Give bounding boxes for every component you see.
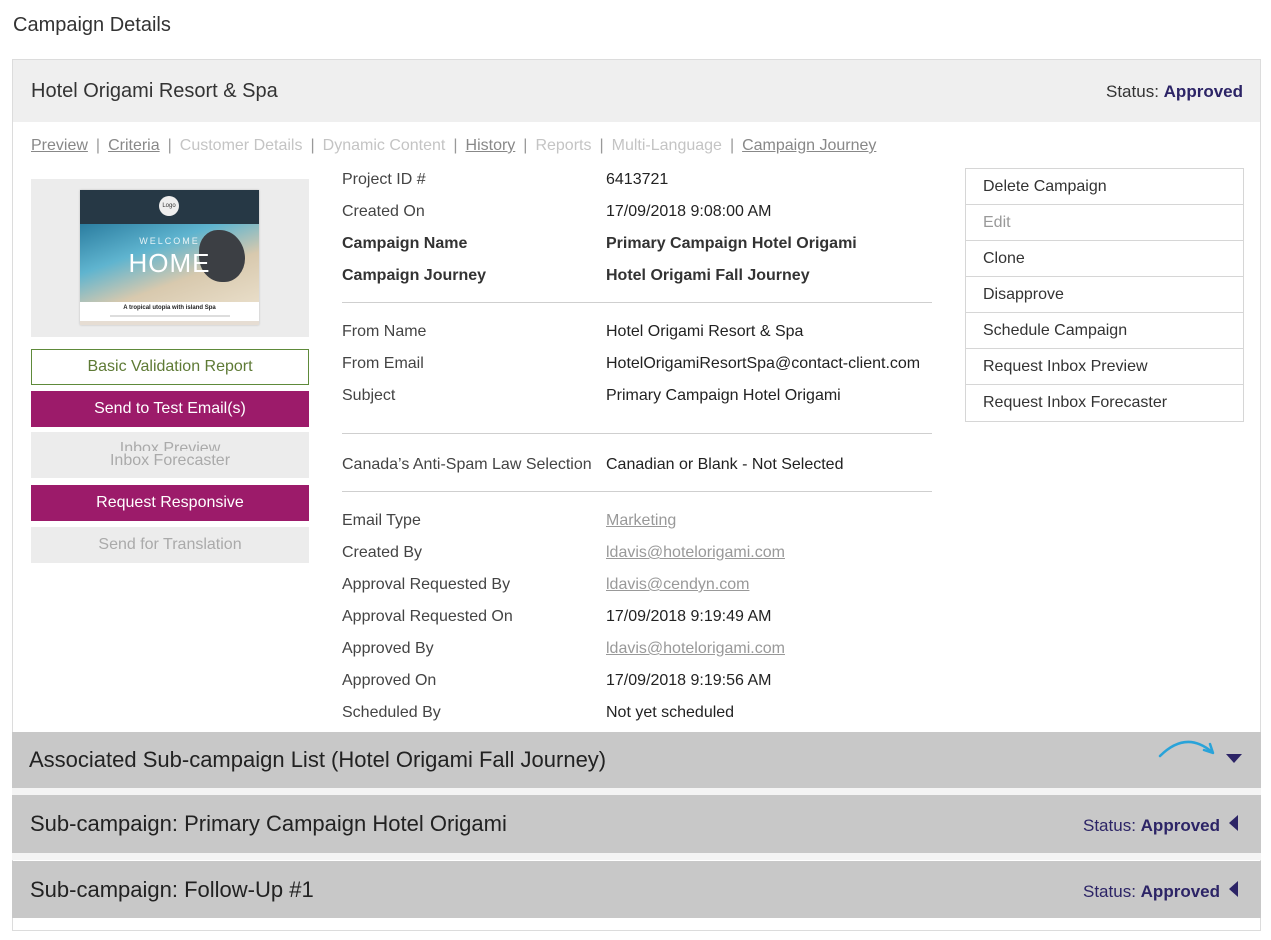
send-for-translation-button: Send for Translation — [31, 527, 309, 563]
tab-reports: Reports — [535, 137, 592, 154]
status-label: Status: — [1083, 882, 1136, 901]
tab-preview[interactable]: Preview — [31, 137, 88, 154]
detail-value: Primary Campaign Hotel Origami — [606, 235, 857, 252]
detail-value: HotelOrigamiResortSpa@contact-client.com — [606, 355, 921, 372]
detail-value: Not yet scheduled — [606, 704, 735, 721]
approval-requested-by-link[interactable]: ldavis@cendyn.com — [606, 576, 749, 594]
chevron-left-icon[interactable] — [1229, 881, 1238, 897]
tab-multi-language: Multi-Language — [611, 137, 722, 154]
tab-campaign-journey[interactable]: Campaign Journey — [742, 137, 876, 154]
detail-value: Primary Campaign Hotel Origami — [606, 387, 841, 404]
detail-label: Email Type — [342, 512, 421, 529]
delete-campaign-button[interactable]: Delete Campaign — [966, 169, 1243, 205]
thumbnail-footer — [80, 321, 259, 325]
detail-value: Canadian or Blank - Not Selected — [606, 456, 844, 473]
tab-separator: | — [167, 137, 172, 154]
campaign-name: Hotel Origami Resort & Spa — [31, 80, 278, 102]
inbox-preview-forecaster-button: Inbox Preview Inbox Forecaster — [31, 432, 309, 478]
tab-dynamic-content: Dynamic Content — [322, 137, 446, 154]
inbox-forecaster-label: Inbox Forecaster — [109, 452, 231, 469]
detail-label: Subject — [342, 387, 396, 404]
detail-value: Hotel Origami Fall Journey — [606, 267, 810, 284]
tab-separator: | — [599, 137, 604, 154]
section-title: Sub-campaign: Primary Campaign Hotel Ori… — [30, 811, 507, 836]
thumbnail-home-text: HOME — [128, 248, 211, 278]
section-gap — [12, 853, 1261, 860]
section-gap — [12, 788, 1261, 795]
details-divider — [342, 302, 932, 303]
status-value: Approved — [1140, 882, 1220, 901]
section-title: Associated Sub-campaign List (Hotel Orig… — [29, 747, 607, 772]
disapprove-button[interactable]: Disapprove — [966, 277, 1243, 313]
tab-separator: | — [310, 137, 315, 154]
email-thumbnail[interactable]: Logo WELCOME HOME A tropical utopia with… — [31, 179, 309, 337]
request-inbox-forecaster-button[interactable]: Request Inbox Forecaster — [966, 385, 1243, 421]
subcampaign-status: Status: Approved — [1083, 816, 1220, 836]
detail-label: Approved On — [342, 672, 437, 689]
edit-button: Edit — [966, 205, 1243, 241]
tab-separator: | — [453, 137, 458, 154]
campaign-actions-menu: Delete Campaign Edit Clone Disapprove Sc… — [965, 168, 1244, 422]
tab-separator: | — [95, 137, 101, 154]
details-divider — [342, 433, 932, 434]
detail-label: Canada’s Anti-Spam Law Selection — [342, 456, 592, 473]
detail-label: From Name — [342, 323, 427, 340]
detail-label: From Email — [342, 355, 424, 372]
chevron-down-icon[interactable] — [1226, 754, 1242, 763]
subcampaign-primary-header[interactable]: Sub-campaign: Primary Campaign Hotel Ori… — [12, 795, 1261, 853]
thumbnail-caption: A tropical utopia with island Spa — [123, 305, 216, 311]
tab-criteria[interactable]: Criteria — [108, 137, 160, 154]
detail-value: 17/09/2018 9:19:49 AM — [606, 608, 772, 625]
detail-label: Created By — [342, 544, 423, 561]
request-responsive-button[interactable]: Request Responsive — [31, 485, 309, 521]
detail-value: Hotel Origami Resort & Spa — [606, 323, 804, 340]
tab-separator: | — [729, 137, 735, 154]
inbox-preview-label: Inbox Preview — [119, 441, 221, 451]
send-to-test-email-button[interactable]: Send to Test Email(s) — [31, 391, 309, 427]
section-title: Sub-campaign: Follow-Up #1 — [30, 877, 314, 902]
tab-customer-details: Customer Details — [179, 137, 303, 154]
schedule-campaign-button[interactable]: Schedule Campaign — [966, 313, 1243, 349]
approved-by-link[interactable]: ldavis@hotelorigami.com — [606, 640, 785, 658]
status-value: Approved — [1140, 816, 1220, 835]
detail-label: Created On — [342, 203, 425, 220]
detail-label: Approved By — [342, 640, 434, 657]
thumbnail-welcome-text: WELCOME — [139, 236, 200, 246]
subcampaign-status: Status: Approved — [1083, 882, 1220, 902]
details-divider — [342, 491, 932, 492]
basic-validation-report-button[interactable]: Basic Validation Report — [31, 349, 309, 385]
detail-label: Approval Requested By — [342, 576, 511, 593]
email-preview-image: Logo WELCOME HOME A tropical utopia with… — [80, 190, 259, 325]
hotel-logo: Logo — [159, 196, 179, 216]
status-label: Status: — [1083, 816, 1136, 835]
detail-label: Scheduled By — [342, 704, 441, 721]
campaign-header: Hotel Origami Resort & Spa Status: Appro… — [13, 60, 1260, 122]
status-label: Status: — [1106, 82, 1159, 101]
status-value: Approved — [1163, 82, 1243, 101]
page-title: Campaign Details — [13, 14, 171, 36]
detail-value: 6413721 — [606, 171, 669, 188]
curved-arrow-icon — [1158, 740, 1215, 758]
chevron-left-icon[interactable] — [1229, 815, 1238, 831]
detail-value: 17/09/2018 9:19:56 AM — [606, 672, 772, 689]
request-inbox-preview-button[interactable]: Request Inbox Preview — [966, 349, 1243, 385]
created-by-link[interactable]: ldavis@hotelorigami.com — [606, 544, 785, 562]
detail-label: Campaign Name — [342, 235, 468, 252]
detail-value: 17/09/2018 9:08:00 AM — [606, 203, 772, 220]
subcampaign-followup-header[interactable]: Sub-campaign: Follow-Up #1 Status: Appro… — [12, 861, 1261, 918]
tab-history[interactable]: History — [466, 137, 516, 154]
email-type-link[interactable]: Marketing — [606, 512, 676, 530]
detail-label: Project ID # — [342, 171, 426, 188]
detail-label: Approval Requested On — [342, 608, 513, 625]
detail-label: Campaign Journey — [342, 267, 487, 284]
tab-separator: | — [523, 137, 528, 154]
thumbnail-text-line — [110, 315, 230, 317]
campaign-status: Status: Approved — [1106, 82, 1243, 102]
associated-subcampaign-list-header[interactable]: Associated Sub-campaign List (Hotel Orig… — [12, 732, 1261, 788]
campaign-tabs: Preview | Criteria | Customer Details | Dynami… — [31, 137, 876, 155]
clone-button[interactable]: Clone — [966, 241, 1243, 277]
